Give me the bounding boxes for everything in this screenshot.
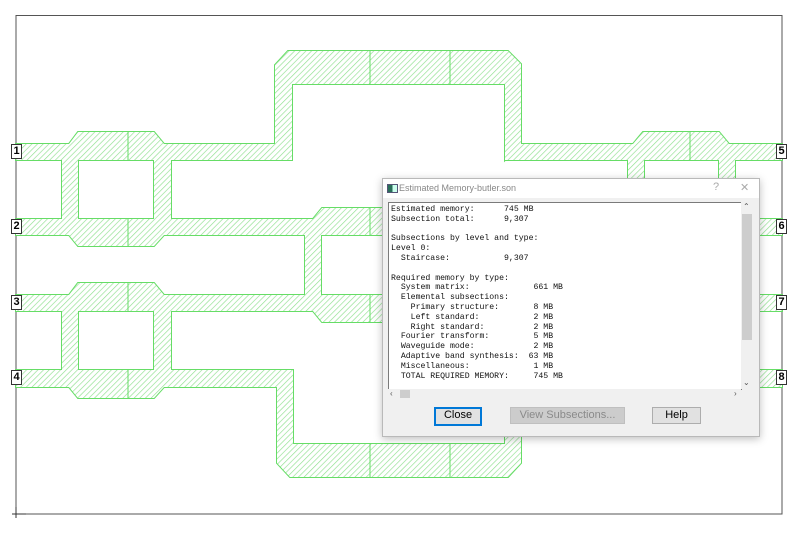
horizontal-scrollbar[interactable]: ‹ › bbox=[388, 389, 741, 399]
scroll-left-icon[interactable]: ‹ bbox=[390, 389, 393, 398]
port-3-label[interactable]: 3 bbox=[11, 295, 22, 310]
port-1-label[interactable]: 1 bbox=[11, 144, 22, 159]
report-line: TOTAL REQUIRED MEMORY: 745 MB bbox=[391, 371, 563, 381]
scroll-up-icon[interactable]: ⌃ bbox=[743, 202, 750, 211]
report-line: Subsections by level and type: bbox=[391, 234, 539, 244]
close-button[interactable]: Close bbox=[434, 407, 482, 426]
report-line: Right standard: 2 MB bbox=[391, 322, 554, 332]
report-line: System matrix: 661 MB bbox=[391, 283, 563, 293]
report-line: Subsection total: 9,307 bbox=[391, 214, 529, 224]
port-4-label[interactable]: 4 bbox=[11, 370, 22, 385]
report-line bbox=[389, 264, 741, 274]
report-line: Estimated memory: 745 MB bbox=[391, 205, 534, 214]
port-2-label[interactable]: 2 bbox=[11, 219, 22, 234]
port-6-label[interactable]: 6 bbox=[776, 219, 787, 234]
port-7-label[interactable]: 7 bbox=[776, 295, 787, 310]
report-line: Waveguide mode: 2 MB bbox=[391, 342, 554, 352]
report-line: Primary structure: 8 MB bbox=[391, 302, 554, 312]
scroll-right-icon[interactable]: › bbox=[734, 389, 737, 398]
report-line: Miscellaneous: 1 MB bbox=[391, 361, 554, 371]
help-icon[interactable]: ? bbox=[713, 181, 719, 193]
report-line: Required memory by type: bbox=[391, 273, 509, 283]
report-line bbox=[389, 225, 741, 235]
close-icon[interactable]: ✕ bbox=[740, 181, 749, 194]
dialog-titlebar[interactable]: Estimated Memory-butler.son ? ✕ bbox=[383, 179, 759, 198]
horizontal-scroll-thumb[interactable] bbox=[400, 390, 410, 398]
help-button[interactable]: Help bbox=[652, 407, 701, 424]
report-line: Elemental subsections: bbox=[391, 293, 509, 303]
dialog-title: Estimated Memory-butler.son bbox=[399, 183, 517, 193]
port-5-label[interactable]: 5 bbox=[776, 144, 787, 159]
port-8-label[interactable]: 8 bbox=[776, 370, 787, 385]
report-line: Fourier transform: 5 MB bbox=[391, 332, 554, 342]
origin-marker bbox=[12, 507, 26, 518]
app-icon bbox=[387, 184, 398, 193]
report-line: Left standard: 2 MB bbox=[391, 312, 554, 322]
report-line: Staircase: 9,307 bbox=[391, 253, 529, 263]
scroll-down-icon[interactable]: ⌄ bbox=[743, 378, 750, 387]
vertical-scroll-thumb[interactable] bbox=[742, 214, 752, 340]
vertical-scrollbar[interactable]: ⌃ ⌄ bbox=[741, 202, 753, 389]
view-subsections-button[interactable]: View Subsections... bbox=[510, 407, 625, 424]
report-line: Level 0: bbox=[391, 244, 431, 254]
estimated-memory-dialog: Estimated Memory-butler.son ? ✕ Estimate… bbox=[382, 178, 760, 437]
report-line: Adaptive band synthesis: 63 MB bbox=[391, 351, 554, 361]
memory-report-text[interactable]: Estimated memory: 745 MB Subsection total… bbox=[388, 202, 742, 390]
